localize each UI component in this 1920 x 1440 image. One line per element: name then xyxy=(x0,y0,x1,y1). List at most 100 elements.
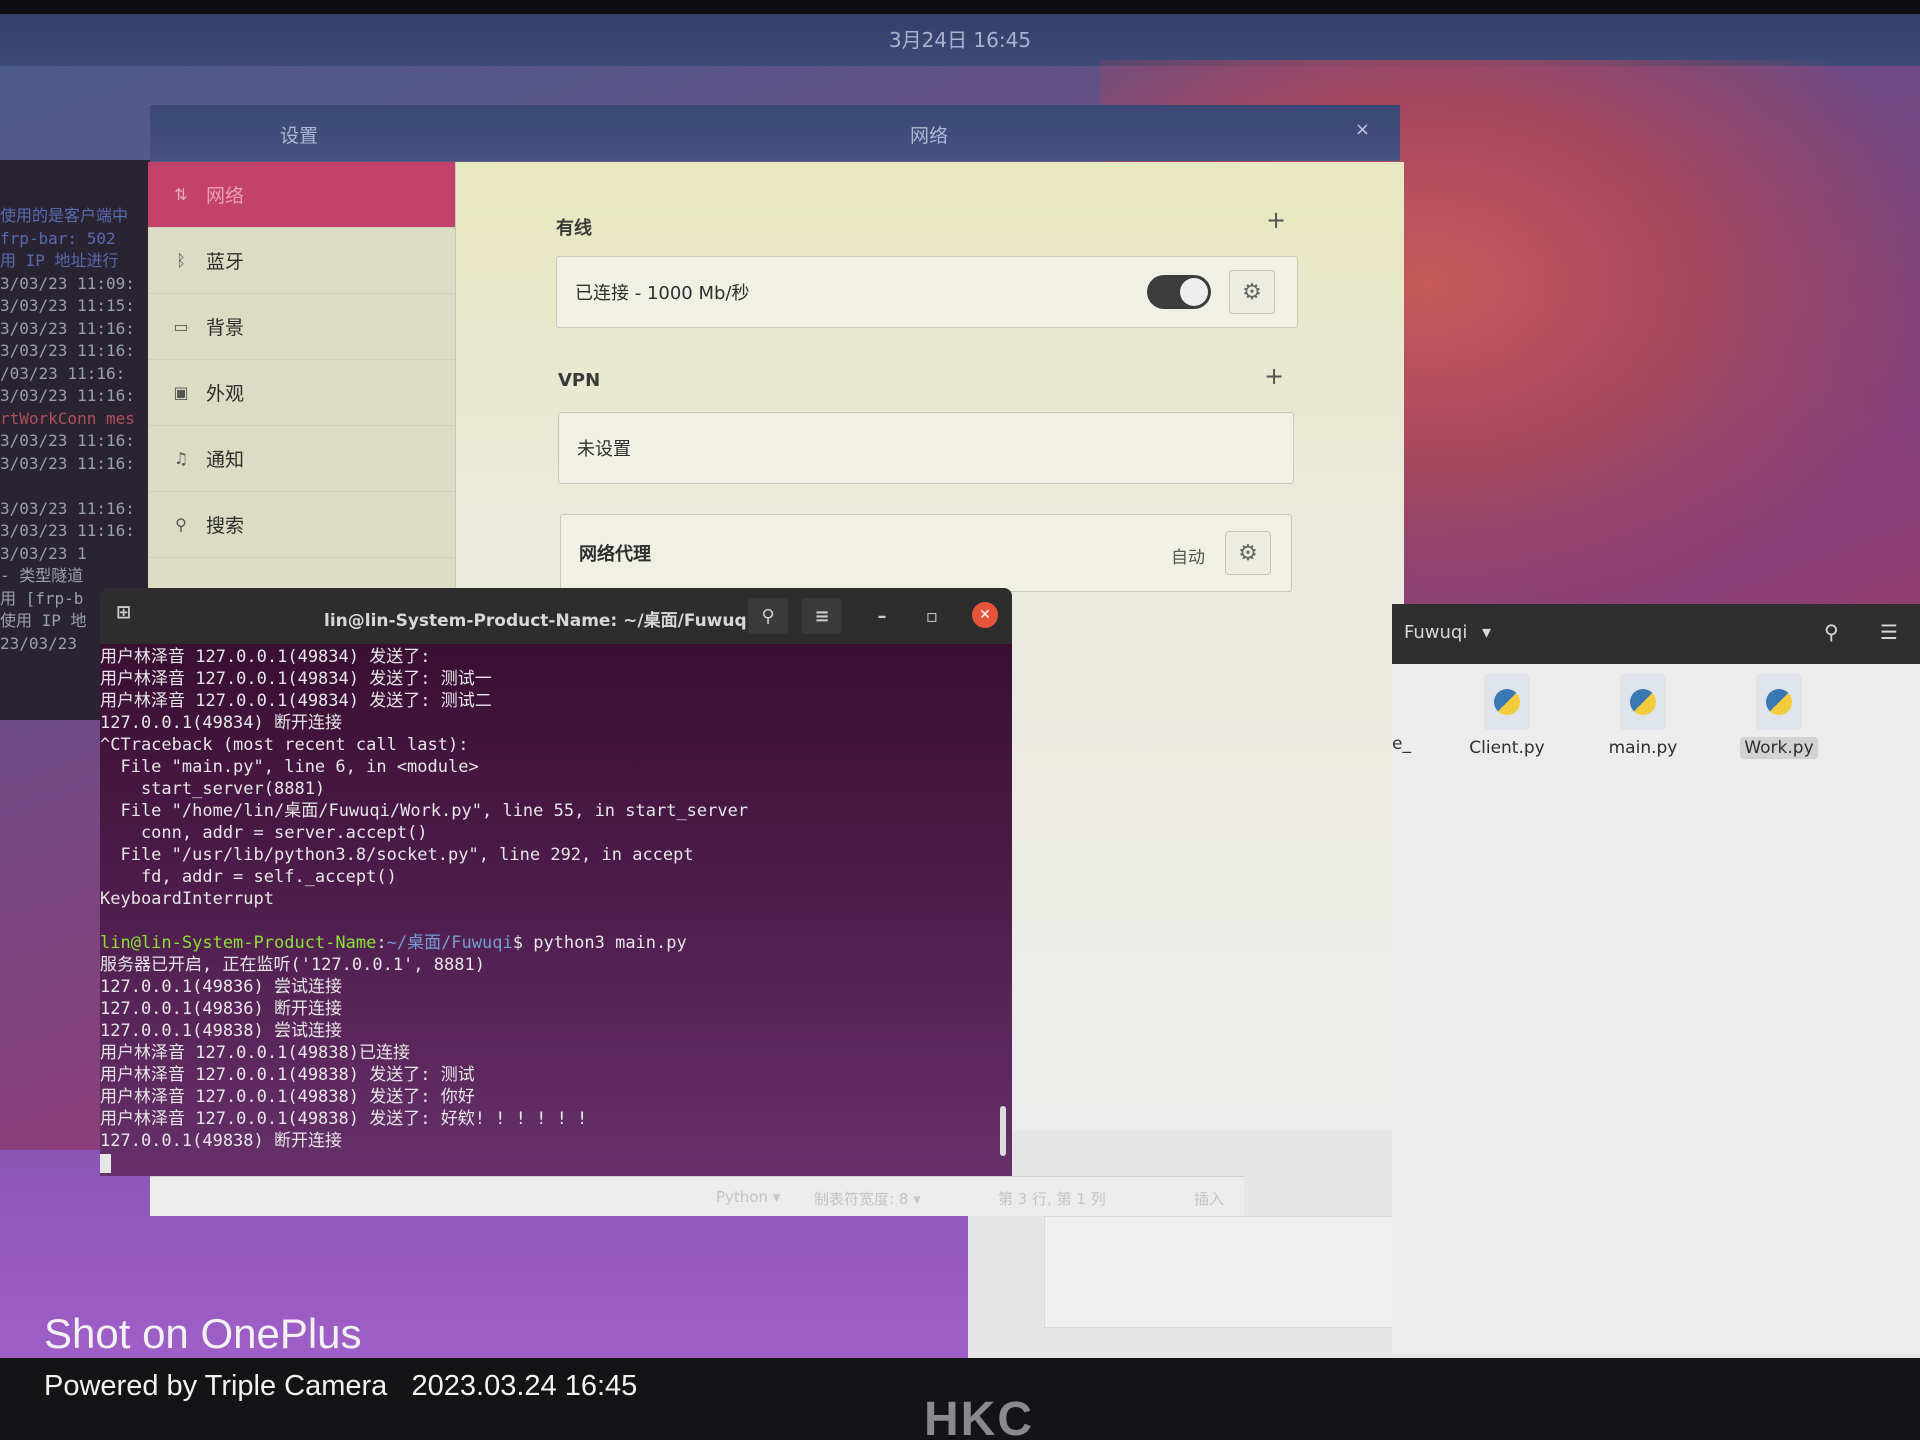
maximize-button[interactable]: ▫ xyxy=(916,600,948,632)
bg-log-line: frp-bar: 502 xyxy=(0,228,116,248)
sidebar-item-4[interactable]: ♫ 通知 xyxy=(148,426,455,492)
bg-log-line: 3/03/23 1 xyxy=(0,543,87,563)
bg-log-line: rtWorkConn mes xyxy=(0,408,135,428)
camera-watermark-subtitle: Powered by Triple Camera 2023.03.24 16:4… xyxy=(44,1370,637,1403)
terminal-line: 用户林泽音 127.0.0.1(49838)已连接 xyxy=(100,1043,410,1063)
file-name: main.py xyxy=(1608,738,1678,758)
gear-icon: ⚙ xyxy=(1238,540,1258,566)
bg-log-line: 用 IP 地址进行 xyxy=(0,251,119,270)
wired-toggle[interactable] xyxy=(1147,275,1211,309)
search-icon: ⚲ xyxy=(761,605,775,627)
settings-close-button[interactable]: × xyxy=(1355,119,1370,140)
minimize-button[interactable]: – xyxy=(866,600,898,632)
terminal-scrollbar[interactable] xyxy=(1000,1106,1006,1156)
watermark-datetime: 2023.03.24 16:45 xyxy=(411,1370,638,1402)
tab-width-selector[interactable]: 制表符宽度: 8 ▾ xyxy=(814,1188,921,1209)
watermark-camera: Powered by Triple Camera xyxy=(44,1370,388,1402)
terminal-line: 127.0.0.1(49836) 断开连接 xyxy=(100,999,342,1019)
top-bar: 3月24日 16:45 xyxy=(0,14,1920,66)
insert-mode: 插入 xyxy=(1194,1190,1225,1208)
monitor-bezel-top xyxy=(0,0,1920,14)
language-selector[interactable]: Python ▾ xyxy=(716,1188,780,1206)
add-vpn-button[interactable]: + xyxy=(1264,362,1284,390)
settings-sidebar: ⇅ 网络 ᛒ 蓝牙 ▭ 背景 ▣ 外观 ♫ 通知 ⚲ 搜索 xyxy=(148,162,456,592)
terminal-title: lin@lin-System-Product-Name: ~/桌面/Fuwuqi xyxy=(324,611,753,631)
bg-log-line: 3/03/23 11:09: xyxy=(0,273,135,293)
terminal-line: fd, addr = self._accept() xyxy=(100,867,397,887)
sidebar-item-label: 蓝牙 xyxy=(206,251,245,273)
file-item[interactable]: Work.py xyxy=(1724,674,1834,759)
bg-log-line: 3/03/23 11:16: xyxy=(0,386,135,405)
terminal-line: 127.0.0.1(49838) 断开连接 xyxy=(100,1131,342,1151)
bg-log-line xyxy=(0,183,150,206)
terminal-line: KeyboardInterrupt xyxy=(100,889,274,909)
bg-log-line: /03/23 11:16: xyxy=(0,363,126,383)
file-item[interactable]: main.py xyxy=(1588,674,1698,758)
folder-path-button[interactable]: Fuwuqi xyxy=(1404,622,1467,643)
python-logo xyxy=(1766,689,1792,715)
bg-log-line: 3/03/23 11:16: xyxy=(0,431,135,450)
sidebar-item-label: 搜索 xyxy=(206,515,245,537)
bg-log-line: 使用的是客户端中 xyxy=(0,206,129,225)
wired-status-text: 已连接 - 1000 Mb/秒 xyxy=(575,283,750,304)
bg-log-line: 3/03/23 11:16: xyxy=(0,341,135,360)
sidebar-item-1[interactable]: ᛒ 蓝牙 xyxy=(148,228,455,294)
terminal-line: 用户林泽音 127.0.0.1(49834) 发送了: xyxy=(100,647,431,667)
partial-file-label: e_ xyxy=(1392,734,1411,754)
wired-settings-button[interactable]: ⚙ xyxy=(1229,270,1275,314)
python-file-icon xyxy=(1484,674,1530,730)
terminal-line: conn, addr = server.accept() xyxy=(100,823,428,843)
terminal-line: 用户林泽音 127.0.0.1(49834) 发送了: 测试一 xyxy=(100,669,492,689)
terminal-line: File "main.py", line 6, in <module> xyxy=(100,757,479,777)
sidebar-item-label: 背景 xyxy=(206,317,245,339)
terminal-line: File "/home/lin/桌面/Fuwuqi/Work.py", line… xyxy=(100,801,749,821)
vpn-row: 未设置 xyxy=(558,412,1294,484)
bg-log-line xyxy=(0,160,150,183)
view-menu-icon[interactable]: ☰ xyxy=(1880,620,1898,644)
add-wired-button[interactable]: + xyxy=(1266,206,1286,234)
terminal-prompt-line: lin@lin-System-Product-Name:~/桌面/Fuwuqi$… xyxy=(100,932,1012,954)
python-file-icon xyxy=(1756,674,1802,730)
terminal-line: start_server(8881) xyxy=(100,779,326,799)
sidebar-item-5[interactable]: ⚲ 搜索 xyxy=(148,492,455,558)
terminal-line: File "/usr/lib/python3.8/socket.py", lin… xyxy=(100,845,694,865)
file-name: Client.py xyxy=(1469,738,1545,758)
chevron-down-icon[interactable]: ▾ xyxy=(1482,622,1491,643)
prompt-separator: : xyxy=(376,933,387,953)
terminal-line: 用户林泽音 127.0.0.1(49838) 发送了: 好欸! ! ! ! ! … xyxy=(100,1109,588,1129)
gear-icon: ⚙ xyxy=(1242,279,1262,305)
settings-app-title: 设置 xyxy=(280,125,319,147)
bg-log-line: 3/03/23 11:16: xyxy=(0,521,135,540)
network-icon: ⇅ xyxy=(174,185,188,204)
python-logo xyxy=(1630,689,1656,715)
proxy-mode-text: 自动 xyxy=(1171,548,1205,568)
appearance-icon: ▣ xyxy=(173,383,189,402)
sidebar-item-2[interactable]: ▭ 背景 xyxy=(148,294,455,360)
terminal-menu-button[interactable]: ≡ xyxy=(802,598,842,634)
file-manager-headerbar: Fuwuqi ▾ ⚲ ☰ xyxy=(1392,604,1920,664)
prompt-end: $ xyxy=(512,933,534,953)
sidebar-item-0[interactable]: ⇅ 网络 xyxy=(148,162,455,228)
terminal-line: 服务器已开启, 正在监听('127.0.0.1', 8881) xyxy=(100,955,485,975)
file-item[interactable]: Client.py xyxy=(1452,674,1562,758)
terminal-close-button[interactable]: ✕ xyxy=(972,602,998,628)
terminal-cursor-line xyxy=(100,1152,1012,1174)
proxy-settings-button[interactable]: ⚙ xyxy=(1225,531,1271,575)
terminal-line: 127.0.0.1(49834) 断开连接 xyxy=(100,713,342,733)
bg-log-line: 3/03/23 11:16: xyxy=(0,453,135,473)
terminal-search-button[interactable]: ⚲ xyxy=(748,598,788,634)
top-bar-clock[interactable]: 3月24日 16:45 xyxy=(889,28,1031,52)
sidebar-item-3[interactable]: ▣ 外观 xyxy=(148,360,455,426)
sidebar-item-label: 通知 xyxy=(206,449,245,471)
vpn-section-label: VPN xyxy=(558,370,601,391)
terminal-output[interactable]: 用户林泽音 127.0.0.1(49834) 发送了: 用户林泽音 127.0.0… xyxy=(100,644,1012,1176)
prompt-user: lin@lin-System-Product-Name xyxy=(100,933,377,953)
cursor-position[interactable]: 第 3 行, 第 1 列 xyxy=(998,1188,1106,1209)
file-name: Work.py xyxy=(1740,737,1818,759)
wired-section-label: 有线 xyxy=(556,218,592,239)
new-tab-icon[interactable]: ⊞ xyxy=(116,602,131,623)
settings-headerbar: 设置 网络 × xyxy=(150,105,1400,161)
search-icon[interactable]: ⚲ xyxy=(1824,620,1839,644)
proxy-row[interactable]: 网络代理 自动 ⚙ xyxy=(560,514,1292,592)
